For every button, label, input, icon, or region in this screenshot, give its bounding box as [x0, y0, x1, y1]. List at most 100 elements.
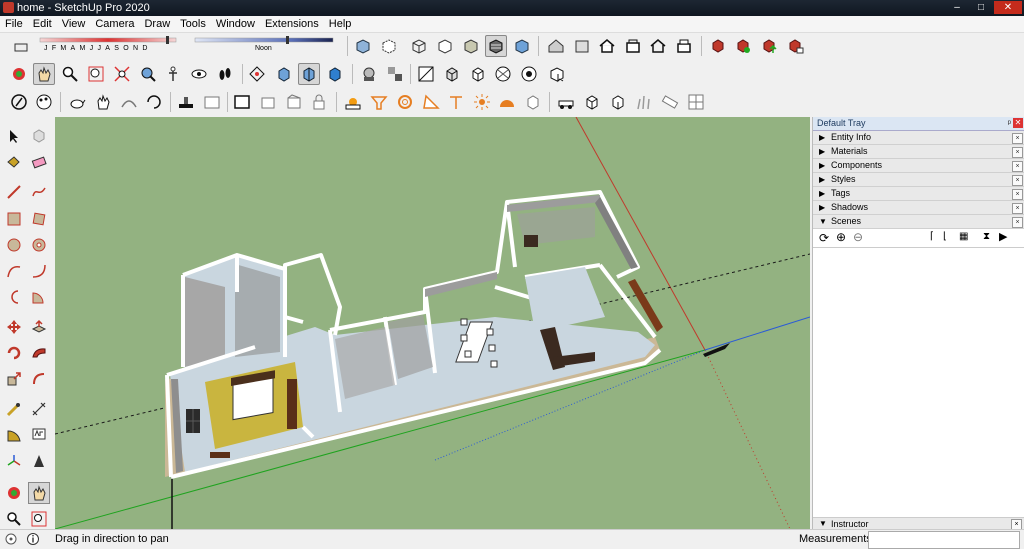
offset-icon[interactable]	[28, 368, 50, 390]
interact-icon[interactable]	[92, 91, 114, 113]
move-icon[interactable]	[3, 316, 25, 338]
right-view-icon[interactable]	[492, 63, 514, 85]
share-model-icon[interactable]	[622, 35, 644, 57]
look-around-icon[interactable]	[188, 63, 210, 85]
shadow-date-slider[interactable]: JFMAMJJASOND	[36, 35, 182, 57]
move-up-icon[interactable]: ⌈	[930, 231, 934, 242]
rotated-rectangle-icon[interactable]	[28, 208, 50, 230]
info-icon[interactable]	[26, 532, 40, 546]
move-down-icon[interactable]: ⌊	[943, 231, 947, 242]
panel-close-icon[interactable]: ×	[1012, 133, 1023, 144]
menu-file[interactable]: File	[0, 16, 28, 32]
protractor-icon[interactable]	[3, 424, 25, 446]
menu-help[interactable]: Help	[324, 16, 357, 32]
pie-icon[interactable]	[28, 286, 50, 308]
pan-left-icon[interactable]	[28, 482, 50, 504]
geo-location-icon[interactable]	[4, 532, 18, 546]
position-camera-icon[interactable]	[162, 63, 184, 85]
box-add-icon[interactable]	[607, 91, 629, 113]
warehouse-icon[interactable]	[545, 35, 567, 57]
panel-close-icon[interactable]: ×	[1012, 175, 1023, 186]
ruby-console-icon[interactable]	[707, 35, 729, 57]
panel-close-icon[interactable]: ×	[1012, 189, 1023, 200]
panel-tags[interactable]: ▶ Tags ×	[813, 187, 1024, 201]
iso-view-icon[interactable]	[415, 63, 437, 85]
share-component-icon[interactable]	[673, 35, 695, 57]
layout-icon[interactable]	[231, 91, 253, 113]
shaded-icon[interactable]	[460, 35, 482, 57]
display-section-cuts-icon[interactable]	[298, 63, 320, 85]
rotate-icon[interactable]	[3, 342, 25, 364]
zoom-left-icon[interactable]	[3, 508, 25, 530]
close-button[interactable]: ✕	[994, 1, 1022, 14]
scene-menu-icon[interactable]: ▶	[999, 230, 1007, 243]
dome-icon[interactable]	[496, 91, 518, 113]
zoom-extents-icon[interactable]	[111, 63, 133, 85]
ring-icon[interactable]	[394, 91, 416, 113]
axes-icon[interactable]	[3, 450, 25, 472]
three-point-arc-icon[interactable]	[3, 286, 25, 308]
ruler-icon[interactable]	[659, 91, 681, 113]
sun-icon[interactable]	[471, 91, 493, 113]
view-options-icon[interactable]: ▦	[959, 231, 968, 242]
refresh-icon[interactable]: ⟳	[819, 231, 829, 245]
orbit-icon[interactable]	[8, 63, 30, 85]
left-view-icon[interactable]	[546, 63, 568, 85]
panel-components[interactable]: ▶ Components ×	[813, 159, 1024, 173]
dynamic-component-icon[interactable]	[283, 91, 305, 113]
photo-match-icon[interactable]	[342, 91, 364, 113]
rotate-view-icon[interactable]	[143, 91, 165, 113]
grid-icon[interactable]	[685, 91, 707, 113]
home-icon[interactable]	[596, 35, 618, 57]
back-view-icon[interactable]	[518, 63, 540, 85]
push-pull-icon[interactable]	[28, 316, 50, 338]
menu-view[interactable]: View	[57, 16, 91, 32]
measurements-input[interactable]	[868, 531, 1020, 549]
lamp-icon[interactable]	[368, 91, 390, 113]
menu-tools[interactable]: Tools	[175, 16, 211, 32]
dimension-icon[interactable]	[28, 398, 50, 420]
solid-tools-icon[interactable]	[8, 91, 30, 113]
walk-icon[interactable]	[214, 63, 236, 85]
circle-icon[interactable]	[3, 234, 25, 256]
eraser-shadow-toggle-icon[interactable]	[10, 35, 32, 57]
panel-close-icon[interactable]: ×	[1012, 147, 1023, 158]
back-edges-icon[interactable]	[378, 35, 400, 57]
protractor-light-icon[interactable]	[420, 91, 442, 113]
box-icon[interactable]	[581, 91, 603, 113]
shaded-textures-icon[interactable]	[485, 35, 507, 57]
menu-window[interactable]: Window	[211, 16, 260, 32]
display-section-planes-icon[interactable]	[273, 63, 295, 85]
front-view-icon[interactable]	[467, 63, 489, 85]
freehand-icon[interactable]	[28, 181, 50, 203]
hidden-line-icon[interactable]	[434, 35, 456, 57]
arc-icon[interactable]	[3, 260, 25, 282]
zoom-extents-left-icon[interactable]	[28, 508, 50, 530]
shadow-time-slider[interactable]: Noon	[193, 35, 335, 57]
3d-text-icon[interactable]	[28, 450, 50, 472]
paint-bucket-icon[interactable]	[3, 151, 25, 173]
menu-edit[interactable]: Edit	[28, 16, 57, 32]
panel-close-icon[interactable]: ×	[1012, 161, 1023, 172]
fog-icon[interactable]	[384, 63, 406, 85]
details-icon[interactable]: ⧗	[983, 231, 990, 242]
top-view-icon[interactable]	[441, 63, 463, 85]
panel-close-icon[interactable]: ×	[1012, 217, 1023, 228]
polygon-icon[interactable]	[28, 234, 50, 256]
panel-materials[interactable]: ▶ Materials ×	[813, 145, 1024, 159]
add-scene-icon[interactable]: ⊕	[836, 230, 846, 244]
remove-scene-icon[interactable]: ⊖	[853, 230, 863, 244]
menu-extensions[interactable]: Extensions	[260, 16, 324, 32]
tape-measure-icon[interactable]	[3, 398, 25, 420]
style-builder-icon[interactable]	[257, 91, 279, 113]
lock-icon[interactable]	[308, 91, 330, 113]
vehicle-icon[interactable]	[555, 91, 577, 113]
menu-camera[interactable]: Camera	[90, 16, 139, 32]
text-icon[interactable]	[28, 424, 50, 446]
drape-icon[interactable]	[201, 91, 223, 113]
grass-icon[interactable]	[633, 91, 655, 113]
menu-draw[interactable]: Draw	[139, 16, 175, 32]
tray-close-icon[interactable]: ✕	[1013, 118, 1023, 128]
outliner-icon[interactable]	[358, 63, 380, 85]
select-icon[interactable]	[3, 125, 25, 147]
